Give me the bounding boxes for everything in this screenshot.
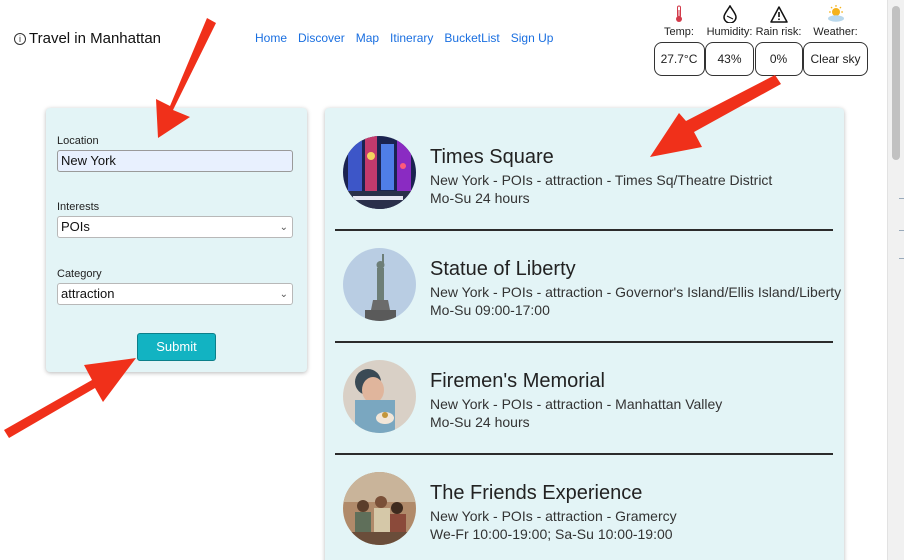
main-nav: Home Discover Map Itinerary BucketList S… (255, 31, 564, 45)
warning-icon (769, 4, 788, 24)
edge-mark (899, 198, 904, 199)
weather-rain: Rain risk: 0% (754, 4, 803, 76)
weather-temp: Temp: 27.7°C (653, 4, 705, 76)
submit-button[interactable]: Submit (137, 333, 216, 361)
nav-map[interactable]: Map (356, 31, 379, 45)
results-list: Times Square New York - POIs - attractio… (325, 108, 844, 560)
droplet-icon (722, 4, 738, 24)
divider (335, 341, 833, 343)
sun-cloud-icon (825, 4, 847, 24)
friends-experience-photo (343, 472, 416, 545)
category-selected: attraction (61, 286, 115, 301)
rain-label: Rain risk: (755, 26, 802, 38)
humidity-value: 43% (705, 42, 754, 76)
result-hours: Mo-Su 24 hours (430, 414, 530, 430)
result-item[interactable]: Firemen's Memorial New York - POIs - att… (335, 344, 833, 456)
rain-value: 0% (754, 42, 803, 76)
brand-title: Travel in Manhattan (29, 30, 162, 47)
sky-label: Weather: (813, 26, 858, 38)
temp-label: Temp: (664, 26, 694, 38)
weather-widget: Temp: 27.7°C Humidity: 43% Rain risk: 0% (653, 4, 868, 76)
result-item[interactable]: Statue of Liberty New York - POIs - attr… (335, 232, 844, 344)
location-input[interactable]: New York (57, 150, 293, 172)
times-square-photo (343, 136, 416, 209)
edge-mark (899, 230, 904, 231)
nav-home[interactable]: Home (255, 31, 287, 45)
nav-itinerary[interactable]: Itinerary (390, 31, 433, 45)
statue-of-liberty-photo (343, 248, 416, 321)
result-meta: New York - POIs - attraction - Manhattan… (430, 396, 723, 412)
sky-value: Clear sky (803, 42, 868, 76)
chevron-down-icon: ⌄ (279, 289, 288, 300)
divider (335, 229, 833, 231)
edge-mark (899, 258, 904, 259)
info-circle-icon: i (14, 32, 26, 45)
brand[interactable]: i Travel in Manhattan (14, 30, 161, 47)
nav-discover[interactable]: Discover (298, 31, 345, 45)
result-title: Statue of Liberty (430, 258, 576, 280)
chevron-down-icon: ⌄ (279, 222, 288, 233)
result-title: Times Square (430, 146, 554, 168)
weather-humidity: Humidity: 43% (705, 4, 754, 76)
result-meta: New York - POIs - attraction - Gramercy (430, 508, 677, 524)
humidity-label: Humidity: (706, 26, 753, 38)
result-hours: Mo-Su 24 hours (430, 190, 530, 206)
scrollbar-thumb[interactable] (892, 6, 900, 160)
interests-label: Interests (57, 201, 100, 213)
nav-signup[interactable]: Sign Up (511, 31, 554, 45)
thermometer-icon (674, 4, 684, 24)
location-label: Location (57, 135, 99, 147)
result-hours: We-Fr 10:00-19:00; Sa-Su 10:00-19:00 (430, 526, 673, 542)
result-item[interactable]: Times Square New York - POIs - attractio… (335, 120, 833, 232)
page-scrollbar[interactable] (887, 0, 904, 560)
result-meta: New York - POIs - attraction - Times Sq/… (430, 172, 773, 188)
firemens-memorial-photo (343, 360, 416, 433)
interests-select[interactable]: POIs ⌄ (57, 216, 293, 238)
result-meta: New York - POIs - attraction - Governor'… (430, 284, 844, 300)
temp-value: 27.7°C (653, 42, 705, 76)
search-form: Location New York Interests POIs ⌄ Categ… (46, 108, 307, 372)
result-hours: Mo-Su 09:00-17:00 (430, 302, 550, 318)
nav-bucketlist[interactable]: BucketList (444, 31, 499, 45)
result-title: The Friends Experience (430, 482, 643, 504)
divider (335, 453, 833, 455)
interests-selected: POIs (61, 219, 90, 234)
weather-sky: Weather: Clear sky (803, 4, 868, 76)
result-item[interactable]: The Friends Experience New York - POIs -… (335, 456, 833, 560)
result-title: Firemen's Memorial (430, 370, 605, 392)
category-label: Category (57, 268, 102, 280)
category-select[interactable]: attraction ⌄ (57, 283, 293, 305)
